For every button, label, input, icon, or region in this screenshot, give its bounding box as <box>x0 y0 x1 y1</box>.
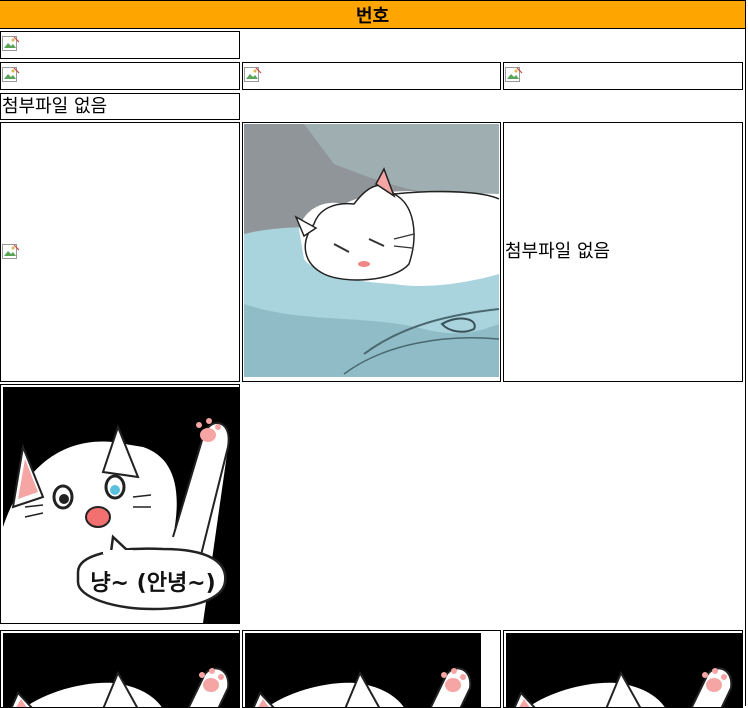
header-title: 번호 <box>355 5 390 27</box>
image-cell <box>242 122 501 382</box>
speech-bubble-text: 냥~ (안녕~) <box>90 571 215 596</box>
waving-cat-image <box>245 633 481 707</box>
waving-cat-image: 냥~ (안녕~) <box>3 387 239 623</box>
image-cell <box>242 62 501 90</box>
waving-cat-image <box>3 633 239 707</box>
broken-image-icon <box>505 67 523 83</box>
broken-image-icon <box>2 67 20 83</box>
image-cell <box>242 630 501 708</box>
broken-image-icon <box>244 67 262 83</box>
no-attachment-text: 첨부파일 없음 <box>505 241 611 262</box>
image-cell <box>0 62 240 90</box>
waving-cat-image <box>506 633 742 707</box>
no-attachment-text: 첨부파일 없음 <box>2 95 108 117</box>
image-cell <box>0 31 240 59</box>
image-cell <box>0 630 240 708</box>
broken-image-icon <box>2 36 20 52</box>
page-right-border <box>745 0 746 706</box>
sleeping-cat-image <box>244 124 500 377</box>
no-attachment-cell: 첨부파일 없음 <box>0 93 240 120</box>
no-attachment-cell: 첨부파일 없음 <box>503 122 743 382</box>
image-cell <box>0 122 240 382</box>
image-cell <box>503 62 743 90</box>
image-cell: 냥~ (안녕~) <box>0 384 240 624</box>
table-header: 번호 <box>0 0 745 29</box>
image-cell <box>503 630 743 708</box>
broken-image-icon <box>2 244 20 260</box>
